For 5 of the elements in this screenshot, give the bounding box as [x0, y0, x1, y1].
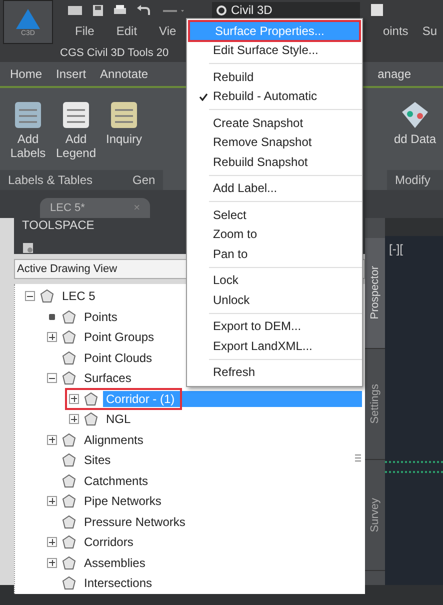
panel-label: Labels & Tables	[8, 173, 93, 187]
panel-label: Gen	[132, 173, 156, 187]
panel-label: Modify	[395, 173, 430, 187]
toolbar-title: CGS Civil 3D Tools 20	[60, 47, 169, 59]
toolspace-title: TOOLSPACE	[22, 218, 96, 232]
